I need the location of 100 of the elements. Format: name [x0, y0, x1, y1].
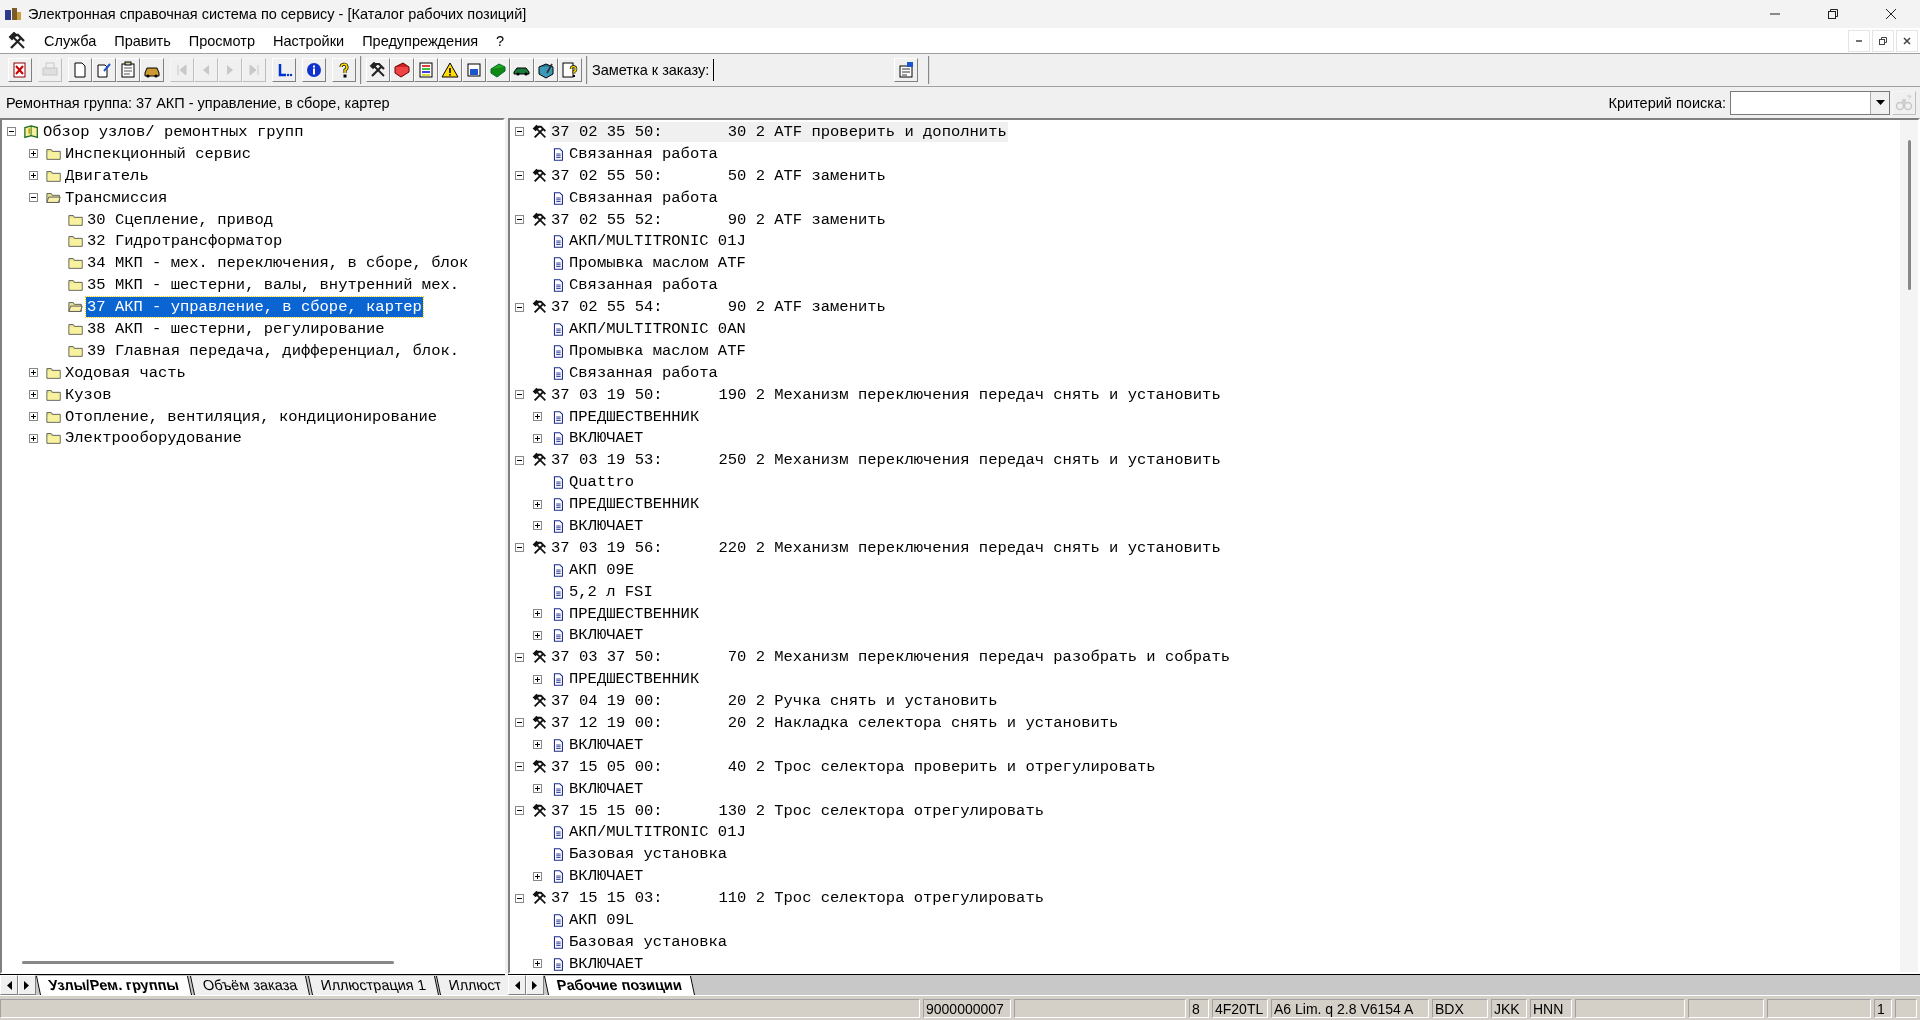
restore-button[interactable] [1872, 29, 1894, 52]
expand-icon[interactable] [533, 412, 542, 421]
collapse-icon[interactable] [515, 806, 524, 816]
scroll-right-button[interactable] [526, 975, 544, 995]
menu-item[interactable]: Предупреждения [354, 32, 489, 49]
tree-item[interactable]: Связанная работа [568, 362, 719, 383]
tree-item[interactable]: 37 02 55 50: 50 2 ATF заменить [550, 165, 887, 186]
tree-item[interactable]: АКП/MULTITRONIC 01J [568, 822, 747, 843]
properties-button[interactable] [894, 58, 919, 82]
manual-button[interactable] [534, 58, 558, 82]
tree-item[interactable]: АКП 09E [568, 559, 636, 580]
tree-item[interactable]: 34 МКП - мех. переключения, в сборе, блок [86, 253, 470, 274]
info-button[interactable] [302, 58, 326, 82]
tree-item[interactable]: 30 Сцепление, привод [86, 209, 275, 230]
document-button[interactable] [68, 58, 92, 82]
collapse-icon[interactable] [515, 127, 524, 137]
tools-button[interactable] [366, 58, 390, 82]
expand-icon[interactable] [533, 630, 542, 640]
tree-item[interactable]: АКП 09L [568, 910, 636, 930]
tree-item[interactable]: АКП/MULTITRONIC 01J [568, 231, 747, 252]
tree-item[interactable]: ВКЛЮЧАЕТ [568, 625, 645, 646]
scroll-left-button[interactable] [508, 975, 526, 995]
menu-item[interactable]: Служба [36, 32, 107, 49]
collapse-icon[interactable] [515, 215, 524, 224]
expand-icon[interactable] [29, 390, 38, 400]
expand-icon[interactable] [29, 412, 38, 421]
expand-icon[interactable] [29, 149, 38, 159]
tab[interactable]: Иллюст [436, 976, 505, 995]
help-document-button[interactable] [558, 58, 582, 82]
tree-item[interactable]: ПРЕДШЕСТВЕННИК [568, 406, 701, 427]
tab[interactable]: Иллюстрация 1 [307, 976, 439, 995]
tree-item[interactable]: ВКЛЮЧАЕТ [568, 515, 645, 536]
collapse-icon[interactable] [515, 171, 524, 181]
tree-item[interactable]: Связанная работа [568, 143, 719, 164]
expand-icon[interactable] [533, 784, 542, 794]
tree-item[interactable]: Промывка маслом ATF [568, 340, 747, 361]
tree-item[interactable]: ВКЛЮЧАЕТ [568, 428, 645, 449]
collapse-icon[interactable] [515, 762, 524, 772]
collapse-icon[interactable] [515, 893, 524, 903]
expand-icon[interactable] [533, 433, 542, 443]
tree-item[interactable]: Кузов [64, 384, 113, 405]
tree-item[interactable]: Промывка маслом ATF [568, 253, 747, 274]
tree-item[interactable]: 5,2 л FSI [568, 581, 654, 602]
tree-item[interactable]: Ходовая часть [64, 362, 187, 383]
car-button[interactable] [510, 58, 534, 82]
collapse-icon[interactable] [515, 390, 524, 400]
scroll-right-button[interactable] [18, 975, 36, 995]
expand-icon[interactable] [533, 959, 542, 969]
tree-item[interactable]: ВКЛЮЧАЕТ [568, 953, 645, 972]
expand-icon[interactable] [29, 171, 38, 181]
menu-item[interactable]: Править [106, 32, 181, 49]
tree-item[interactable]: ПРЕДШЕСТВЕННИК [568, 669, 701, 690]
expand-icon[interactable] [29, 368, 38, 378]
collapse-icon[interactable] [29, 193, 38, 203]
tree-item[interactable]: 32 Гидротрансформатор [86, 231, 284, 252]
tree-item[interactable]: Связанная работа [568, 187, 719, 208]
tree-item[interactable]: Обзор узлов/ ремонтных групп [42, 121, 305, 142]
tree-item[interactable]: 37 02 55 52: 90 2 ATF заменить [550, 209, 887, 230]
expand-icon[interactable] [533, 521, 542, 531]
expand-icon[interactable] [533, 609, 542, 619]
clipboard-button[interactable] [116, 58, 140, 82]
vertical-scrollbar[interactable] [1900, 120, 1918, 972]
tree-item[interactable]: 37 03 19 56: 220 2 Механизм переключения передач снять и установить [550, 537, 1222, 558]
expand-icon[interactable] [533, 871, 542, 881]
collapse-icon[interactable] [515, 543, 524, 553]
menu-item[interactable]: Настройки [265, 32, 355, 49]
menu-item[interactable]: ? [488, 32, 515, 49]
tree-item[interactable]: 37 03 19 53: 250 2 Механизм переключения передач снять и установить [550, 450, 1222, 471]
warning-button[interactable] [438, 58, 462, 82]
tree-item[interactable]: 37 02 35 50: 30 2 ATF проверить и дополнить [550, 121, 1008, 142]
collapse-icon[interactable] [515, 718, 524, 728]
document-edit-button[interactable] [92, 58, 116, 82]
tab[interactable]: Объём заказа [189, 976, 310, 995]
close-button[interactable] [1896, 29, 1918, 52]
tree-item[interactable]: ВКЛЮЧАЕТ [568, 778, 645, 799]
tree-item[interactable]: ВКЛЮЧАЕТ [568, 734, 645, 755]
tree-item[interactable]: Quattro [568, 472, 636, 493]
tree-item[interactable]: 37 15 15 03: 110 2 Трос селектора отрегулировать [550, 888, 1045, 909]
tree-item[interactable]: Отопление, вентиляция, кондиционирование [64, 406, 439, 427]
collapse-icon[interactable] [7, 127, 16, 137]
tree-item[interactable]: 38 АКП - шестерни, регулирование [86, 318, 386, 339]
list-button[interactable] [414, 58, 438, 82]
tree-item[interactable]: ПРЕДШЕСТВЕННИК [568, 603, 701, 624]
tree-item[interactable]: 37 04 19 00: 20 2 Ручка снять и установить [550, 691, 999, 712]
scroll-left-button[interactable] [0, 975, 18, 995]
tree-item[interactable]: 35 МКП - шестерни, валы, внутренний мех. [86, 275, 461, 296]
collapse-icon[interactable] [515, 652, 524, 662]
closed-book-button[interactable] [486, 58, 510, 82]
tree-item[interactable]: 37 15 05 00: 40 2 Трос селектора проверить и отрегулировать [550, 756, 1157, 777]
tab[interactable]: Рабочие позиции [544, 976, 695, 995]
tree-item[interactable]: 37 15 15 00: 130 2 Трос селектора отрегулировать [550, 800, 1045, 821]
tree-item[interactable]: Связанная работа [568, 275, 719, 296]
tree-item[interactable]: Базовая установка [568, 931, 729, 952]
tree-item[interactable]: 37 03 37 50: 70 2 Механизм переключения передач разобрать и собрать [550, 647, 1231, 668]
tree-item[interactable]: 37 03 19 50: 190 2 Механизм переключения передач снять и установить [550, 384, 1222, 405]
exit-button[interactable] [8, 58, 32, 82]
expand-icon[interactable] [29, 433, 38, 443]
box-button[interactable] [462, 58, 486, 82]
tree-item[interactable]: 37 02 55 54: 90 2 ATF заменить [550, 297, 887, 318]
tree-item[interactable]: ВКЛЮЧАЕТ [568, 866, 645, 887]
